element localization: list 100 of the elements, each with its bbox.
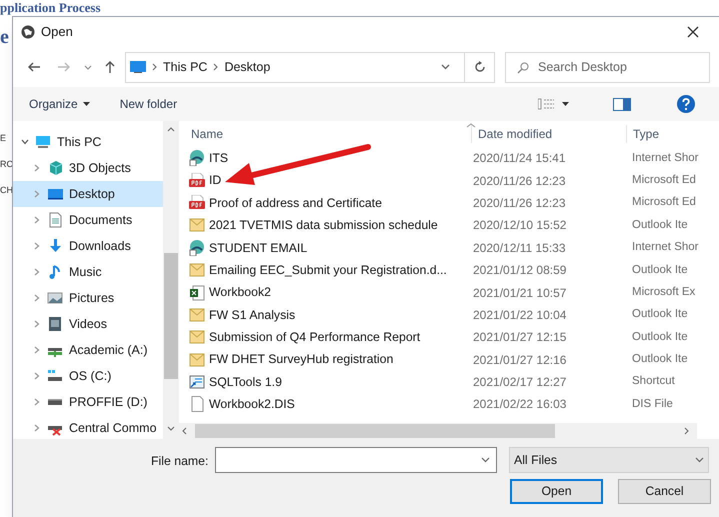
- table-cell-text: 2021/01/21 10:57: [472, 284, 568, 302]
- caret-icon: [695, 457, 704, 463]
- tree-item[interactable]: Videos: [13, 311, 163, 337]
- table-cell-text: 2020/11/24 15:41: [472, 150, 567, 168]
- column-header[interactable]: Type: [626, 125, 706, 143]
- file-name[interactable]: FW S1 Analysis: [209, 306, 296, 324]
- collapsed-chevron-icon: [33, 294, 41, 302]
- drive-icon: [47, 368, 63, 384]
- image-icon: [47, 290, 63, 306]
- file-name[interactable]: ID: [209, 171, 222, 190]
- table-cell-text: 2020/11/26 12:23: [472, 172, 567, 190]
- monitor-icon: [47, 186, 63, 202]
- help-button[interactable]: [677, 95, 695, 113]
- table-cell-text: 2020/12/11 15:33: [472, 240, 567, 257]
- list-view-icon: [538, 98, 554, 110]
- globe-icon: [21, 25, 35, 39]
- tree-item[interactable]: 3D Objects: [13, 155, 163, 181]
- scrollbar[interactable]: [163, 121, 179, 439]
- music-note-icon: [47, 264, 63, 280]
- open-button[interactable]: Open: [510, 479, 603, 504]
- caret-icon: [82, 102, 90, 106]
- table-cell-text: Microsoft Ed: [631, 195, 696, 210]
- file-name[interactable]: ITS: [209, 148, 228, 168]
- breadcrumb[interactable]: This PC: [163, 58, 208, 76]
- caret-icon: [441, 64, 450, 70]
- close-icon: [687, 26, 699, 38]
- collapsed-chevron-icon: [33, 346, 41, 354]
- column-header[interactable]: Date modified: [471, 125, 626, 143]
- tree-item[interactable]: This PC: [13, 129, 163, 155]
- preview-pane-button[interactable]: [613, 98, 631, 110]
- collapsed-chevron-icon: [33, 242, 41, 250]
- envelope-icon: [189, 352, 205, 368]
- file-name[interactable]: Workbook2: [209, 283, 271, 302]
- table-cell-text: 2020/12/10 15:52: [472, 217, 568, 234]
- table-cell-text: 2021/01/22 10:04: [472, 306, 568, 324]
- tree-item[interactable]: Pictures: [13, 285, 163, 311]
- back-icon: [27, 60, 41, 74]
- search-field[interactable]: Search Desktop: [505, 52, 710, 82]
- scrollbar[interactable]: [179, 423, 697, 439]
- envelope-icon: [189, 262, 205, 278]
- file-name[interactable]: 2021 TVETMIS data submission schedule: [209, 216, 438, 235]
- envelope-icon: [189, 306, 205, 323]
- monitor-icon: [130, 61, 146, 73]
- collapsed-chevron-icon: [33, 398, 41, 406]
- table-cell-text: 2020/11/26 12:23: [472, 194, 567, 212]
- table-cell-text: 2021/02/17 12:27: [472, 374, 568, 392]
- tree-item[interactable]: Central Commo: [13, 415, 163, 441]
- file-name[interactable]: Submission of Q4 Performance Report: [209, 328, 420, 347]
- caret-icon: [562, 102, 569, 106]
- tree-item[interactable]: PROFFIE (D:): [13, 389, 163, 415]
- collapsed-chevron-icon: [33, 190, 41, 198]
- file-name[interactable]: Workbook2.DIS: [209, 395, 295, 414]
- table-cell-text: DIS File: [631, 396, 673, 412]
- window-title: Open: [41, 23, 73, 42]
- address-bar[interactable]: This PC Desktop: [125, 52, 495, 82]
- scrollbar-thumb[interactable]: [164, 253, 178, 379]
- table-cell-text: 2021/01/27 12:15: [472, 329, 568, 346]
- column-header[interactable]: Name: [189, 125, 471, 143]
- table-cell-text: Microsoft Ed: [631, 172, 696, 188]
- collapsed-chevron-icon: [33, 424, 41, 432]
- down-chevron-icon: [167, 426, 175, 431]
- file-name[interactable]: SQLTools 1.9: [209, 372, 282, 392]
- tree-item[interactable]: Music: [13, 259, 163, 285]
- breadcrumb[interactable]: Desktop: [224, 58, 270, 76]
- file-name-field[interactable]: [215, 447, 497, 473]
- table-cell-text: 2021/02/22 16:03: [472, 396, 568, 414]
- cancel-button[interactable]: Cancel: [618, 479, 711, 504]
- tree-item[interactable]: Academic (A:): [13, 337, 163, 363]
- scrollbar-thumb[interactable]: [195, 424, 555, 438]
- blank-file-icon: [189, 396, 205, 412]
- up-arrow-icon: [104, 60, 116, 74]
- table-cell-text: 2021/01/12 08:59: [472, 262, 568, 280]
- new-folder-button[interactable]: New folder: [120, 95, 178, 113]
- file-name[interactable]: Emailing EEC_Submit your Registration.d...: [209, 260, 447, 280]
- file-name[interactable]: FW DHET SurveyHub registration: [209, 350, 394, 369]
- tree-item[interactable]: OS (C:): [13, 363, 163, 389]
- table-cell-text: Outlook Ite: [631, 218, 688, 233]
- tree-item[interactable]: Documents: [13, 207, 163, 233]
- collapsed-chevron-icon: [33, 320, 41, 328]
- organize-button[interactable]: Organize: [29, 95, 90, 113]
- left-chevron-icon: [182, 427, 187, 435]
- web-shortcut-icon: [189, 240, 205, 256]
- caret-icon: [84, 64, 92, 70]
- tree-item[interactable]: Downloads: [13, 233, 163, 259]
- shortcut-icon: [189, 374, 205, 390]
- collapsed-chevron-icon: [33, 372, 41, 380]
- file-type-dropdown[interactable]: All Files: [509, 447, 709, 473]
- pane-icon: [613, 98, 631, 110]
- file-name[interactable]: STUDENT EMAIL: [209, 238, 308, 257]
- pdf-icon: [189, 172, 205, 189]
- down-arrow-icon: [47, 238, 63, 254]
- spreadsheet-icon: [189, 284, 205, 301]
- envelope-icon: [189, 329, 205, 346]
- table-cell-text: Outlook Ite: [631, 330, 688, 345]
- tree-item[interactable]: Desktop: [13, 181, 163, 207]
- collapsed-chevron-icon: [33, 216, 41, 224]
- view-options-button[interactable]: [538, 98, 569, 110]
- file-name[interactable]: Proof of address and Certificate: [209, 194, 382, 212]
- table-cell-text: Internet Shor: [631, 240, 698, 256]
- up-chevron-icon: [167, 127, 175, 132]
